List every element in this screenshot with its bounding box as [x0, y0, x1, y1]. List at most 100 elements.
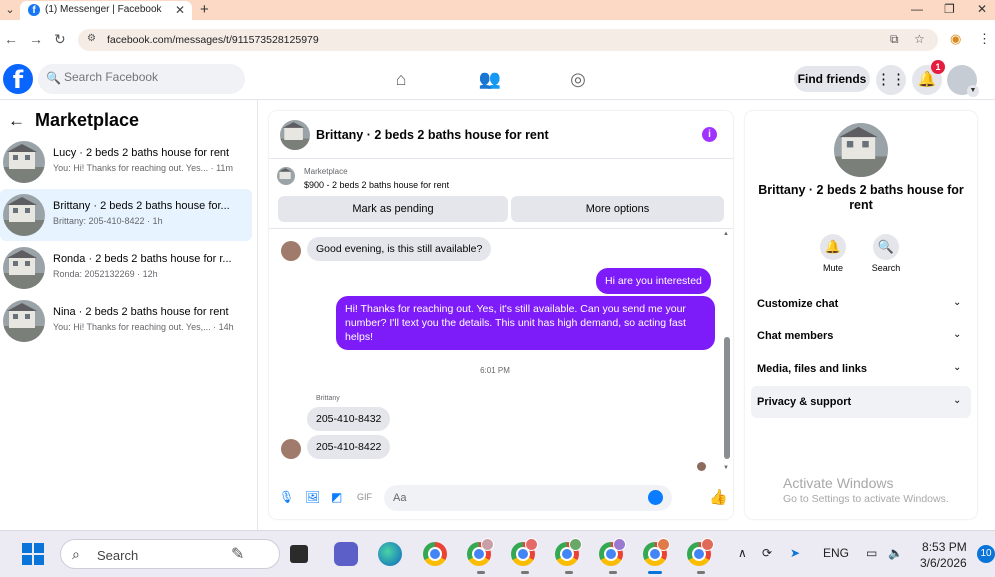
chat-title[interactable]: Brittany · 2 beds 2 baths house for rent: [316, 128, 549, 142]
listing-price[interactable]: $900 - 2 beds 2 baths house for rent: [304, 180, 449, 190]
marketplace-label: Marketplace: [304, 167, 348, 176]
chrome-profile-icon[interactable]: [599, 538, 626, 566]
notification-badge: 1: [931, 60, 945, 74]
find-friends-button[interactable]: Find friends: [794, 66, 870, 92]
conversation-item-brittany[interactable]: Brittany · 2 beds 2 baths house for... B…: [0, 189, 252, 241]
account-avatar[interactable]: ▼: [947, 65, 979, 97]
listing-thumbnail: [3, 247, 45, 289]
info-icon[interactable]: i: [702, 127, 717, 142]
sync-icon[interactable]: ⟳: [762, 546, 772, 560]
close-window-icon[interactable]: ✕: [977, 2, 987, 16]
message-bubble-outgoing: Hi are you interested: [596, 268, 711, 294]
scroll-up-icon[interactable]: ▲: [723, 231, 729, 237]
send-icon[interactable]: ➤: [790, 546, 800, 560]
chrome-profile-icon[interactable]: [687, 538, 714, 566]
teams-icon[interactable]: [334, 542, 358, 566]
home-icon[interactable]: ⌂: [389, 67, 413, 91]
scroll-down-icon[interactable]: ▼: [723, 465, 729, 471]
cast-icon[interactable]: ⧉: [890, 32, 899, 47]
search-label: Search: [871, 263, 901, 273]
friends-icon[interactable]: 👥: [478, 67, 502, 91]
profile-extension-icon[interactable]: ◉: [950, 31, 961, 47]
bookmark-star-icon[interactable]: ☆: [914, 32, 925, 46]
emoji-icon[interactable]: [648, 490, 663, 505]
more-options-button[interactable]: More options: [511, 196, 724, 222]
conversation-item-nina[interactable]: Nina · 2 beds 2 baths house for rent You…: [0, 295, 252, 347]
reload-icon[interactable]: ↻: [54, 31, 66, 48]
maximize-icon[interactable]: ❐: [944, 2, 955, 16]
conversation-item-lucy[interactable]: Lucy · 2 beds 2 baths house for rent You…: [0, 136, 252, 188]
activate-windows-subtext: Go to Settings to activate Windows.: [783, 493, 949, 505]
chat-header: Brittany · 2 beds 2 baths house for rent…: [269, 111, 733, 159]
photo-icon[interactable]: 🖼: [305, 490, 320, 504]
privacy-support-row[interactable]: Privacy & support ⌄: [751, 386, 971, 418]
new-tab-button[interactable]: +: [200, 0, 209, 19]
edge-icon[interactable]: [378, 542, 402, 566]
back-arrow-icon[interactable]: ←: [4, 31, 18, 47]
tab-search-chevron-icon[interactable]: ⌄: [0, 0, 20, 20]
message-thread: Good evening, is this still available? H…: [269, 229, 733, 476]
chat-members-row[interactable]: Chat members ⌄: [751, 320, 971, 352]
message-placeholder: Aa: [393, 492, 407, 504]
task-view-icon[interactable]: [290, 545, 308, 563]
conversation-preview: You: Hi! Thanks for reaching out. Yes...…: [53, 163, 233, 173]
conversation-item-ronda[interactable]: Ronda · 2 beds 2 baths house for r... Ro…: [0, 242, 252, 294]
gif-icon[interactable]: GIF: [357, 492, 372, 502]
back-arrow-icon[interactable]: ←: [8, 111, 25, 130]
profile-avatar: [701, 538, 714, 551]
search-input[interactable]: [64, 70, 234, 84]
thumbs-up-icon[interactable]: 👍: [709, 488, 728, 506]
groups-icon[interactable]: ◎: [566, 67, 590, 91]
close-tab-icon[interactable]: ✕: [175, 3, 185, 17]
chrome-profile-icon[interactable]: [467, 538, 494, 566]
url-text: facebook.com/messages/t/911573528125979: [107, 34, 319, 46]
mute-button[interactable]: 🔔 Mute: [815, 234, 851, 273]
network-icon[interactable]: ▭: [866, 546, 877, 560]
sender-name: Brittany: [316, 395, 340, 402]
taskbar-search[interactable]: ⌕ Search ✎: [60, 539, 280, 569]
profile-avatar: [481, 538, 494, 551]
facebook-search[interactable]: 🔍: [38, 64, 245, 94]
minimize-icon[interactable]: —: [911, 2, 923, 16]
clock[interactable]: 8:53 PM 3/6/2026: [920, 539, 967, 571]
chat-scrollbar[interactable]: ▲ ▼: [721, 229, 733, 476]
media-files-links-row[interactable]: Media, files and links ⌄: [751, 353, 971, 385]
microphone-icon[interactable]: 🎙: [279, 490, 294, 504]
site-info-icon[interactable]: ⚙: [87, 33, 96, 44]
message-input[interactable]: Aa: [384, 485, 672, 511]
running-indicator: [521, 571, 529, 574]
mark-as-pending-button[interactable]: Mark as pending: [278, 196, 508, 222]
volume-icon[interactable]: 🔈: [888, 546, 903, 560]
chrome-profile-icon-active[interactable]: [643, 538, 670, 566]
conversation-preview: Ronda: 2052132269 · 12h: [53, 269, 158, 279]
chrome-profile-icon[interactable]: [555, 538, 582, 566]
scrollbar-thumb[interactable]: [724, 337, 730, 459]
running-indicator: [477, 571, 485, 574]
message-bubble-incoming: Good evening, is this still available?: [307, 237, 492, 261]
url-field[interactable]: ⚙ facebook.com/messages/t/91157352812597…: [78, 29, 938, 51]
sticker-icon[interactable]: ◩: [331, 490, 342, 504]
menu-kebab-icon[interactable]: ⋮: [978, 31, 991, 47]
forward-arrow-icon[interactable]: →: [29, 31, 43, 47]
chrome-profile-icon[interactable]: [511, 538, 538, 566]
chrome-icon[interactable]: [423, 542, 447, 566]
customize-chat-row[interactable]: Customize chat ⌄: [751, 288, 971, 320]
facebook-favicon-icon: f: [28, 4, 40, 16]
search-in-chat-button[interactable]: 🔍 Search: [868, 234, 904, 273]
sender-avatar: [281, 241, 301, 261]
section-label: Privacy & support: [757, 396, 852, 408]
message-bubble-incoming: 205-410-8422: [307, 435, 391, 459]
listing-thumbnail[interactable]: [280, 120, 310, 150]
facebook-logo[interactable]: f: [3, 64, 33, 94]
menu-grid-icon[interactable]: ⋮⋮: [876, 65, 906, 95]
notification-count-badge[interactable]: 10: [977, 545, 995, 563]
conversation-preview: You: Hi! Thanks for reaching out. Yes,..…: [53, 322, 234, 332]
show-hidden-icons-chevron-icon[interactable]: ∧: [738, 546, 747, 560]
language-indicator[interactable]: ENG: [823, 546, 849, 560]
profile-avatar: [613, 538, 626, 551]
search-icon: 🔍: [46, 71, 61, 85]
taskbar-search-label: Search: [97, 548, 139, 563]
message-bubble-incoming: 205-410-8432: [307, 407, 391, 431]
tab-messenger[interactable]: f (1) Messenger | Facebook ✕: [20, 1, 192, 20]
windows-start-icon[interactable]: [22, 543, 44, 565]
